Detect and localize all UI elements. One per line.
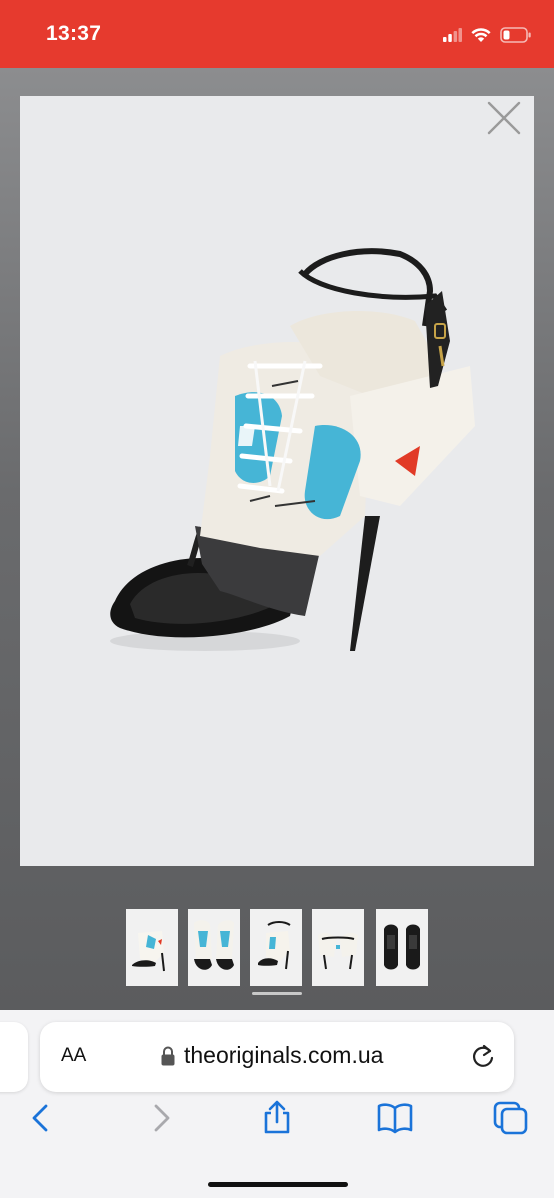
lock-icon xyxy=(161,1046,175,1066)
thumbnail-4-image xyxy=(312,909,364,986)
status-icons xyxy=(442,24,532,46)
selected-thumbnail-indicator xyxy=(252,992,302,995)
address-bar[interactable]: AA theoriginals.com.ua xyxy=(40,1022,514,1092)
share-icon xyxy=(264,1100,290,1134)
bookmarks-icon xyxy=(377,1103,413,1134)
text-size-label: AA xyxy=(61,1045,87,1066)
url-text: theoriginals.com.ua xyxy=(184,1042,384,1068)
shoe-image xyxy=(110,248,475,651)
status-bar: 13:37 xyxy=(0,0,554,68)
thumbnail-1[interactable] xyxy=(126,909,178,986)
close-icon xyxy=(487,101,521,135)
thumbnail-3-image xyxy=(250,909,302,986)
thumbnail-2[interactable] xyxy=(188,909,240,986)
back-button[interactable] xyxy=(24,1100,60,1136)
browser-bottom-bar: AA theoriginals.com.ua xyxy=(0,1010,554,1198)
cellular-signal-icon xyxy=(443,28,462,42)
tabs-icon xyxy=(493,1101,528,1135)
thumbnail-4[interactable] xyxy=(312,909,364,986)
text-size-button[interactable]: AA xyxy=(61,1044,86,1067)
previous-tab-peek[interactable] xyxy=(0,1022,28,1092)
reload-icon[interactable] xyxy=(470,1042,496,1070)
status-time: 13:37 xyxy=(46,22,102,45)
battery-icon xyxy=(500,27,531,43)
home-indicator[interactable] xyxy=(208,1182,348,1187)
bookmarks-button[interactable] xyxy=(376,1100,413,1136)
wifi-icon xyxy=(471,28,491,42)
tabs-button[interactable] xyxy=(492,1100,528,1136)
thumbnail-5[interactable] xyxy=(376,909,428,986)
forward-icon xyxy=(154,1104,170,1132)
thumbnail-3[interactable] xyxy=(250,909,302,986)
main-product-image[interactable] xyxy=(20,96,534,866)
close-button[interactable] xyxy=(486,100,522,136)
image-gallery xyxy=(0,68,554,1010)
back-icon xyxy=(32,1104,48,1132)
forward-button[interactable] xyxy=(142,1100,178,1136)
thumbnail-5-image xyxy=(376,909,428,986)
thumbnail-1-image xyxy=(126,909,178,986)
thumbnail-2-image xyxy=(188,909,240,986)
share-button[interactable] xyxy=(258,1098,294,1134)
